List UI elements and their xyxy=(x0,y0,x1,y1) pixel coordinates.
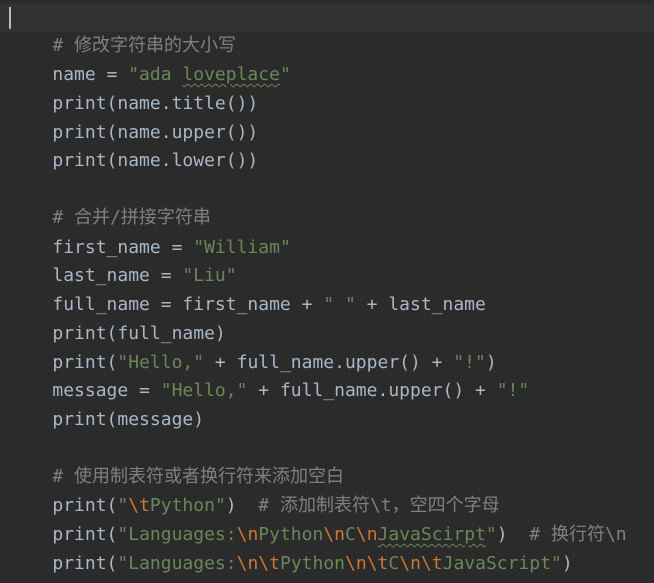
code-token: print(name.lower()) xyxy=(52,150,259,171)
code-token: print( xyxy=(52,553,118,574)
string-literal: "!" xyxy=(496,380,530,401)
string-literal: " " xyxy=(323,294,356,315)
code-token: ) xyxy=(561,553,573,574)
code-line-10[interactable]: full_name = first_name + " " + last_name xyxy=(9,263,486,315)
escape-sequence: \t xyxy=(420,553,443,574)
escape-sequence: \n xyxy=(399,553,421,574)
escape-sequence: \t xyxy=(258,553,280,574)
string-literal: Python xyxy=(279,553,346,574)
string-literal: C xyxy=(388,553,400,574)
string-literal: " xyxy=(279,64,291,85)
code-line-8[interactable]: first_name = "William" xyxy=(9,206,290,258)
code-line-18[interactable]: print("Languages:\nPython\nC\nJavaScirpt… xyxy=(9,493,626,545)
string-literal: JavaScript" xyxy=(442,553,562,574)
code-line-9[interactable]: last_name = "Liu" xyxy=(9,234,236,286)
code-line-13[interactable]: message = "Hello," + full_name.upper() +… xyxy=(9,349,529,401)
code-line-19[interactable]: print("Languages:\n\tPython\n\tC\n\tJava… xyxy=(9,522,572,574)
code-line-12[interactable]: print("Hello," + full_name.upper() + "!"… xyxy=(9,321,496,373)
code-line-1[interactable]: # 修改字符串的大小写 xyxy=(9,4,236,56)
code-editor[interactable]: # 修改字符串的大小写 name = "ada loveplace" print… xyxy=(0,0,654,583)
code-token: print(message) xyxy=(52,409,205,430)
code-line-14[interactable]: print(message) xyxy=(9,378,204,430)
code-token: + last_name xyxy=(355,294,486,315)
code-line-5[interactable]: print(name.lower()) xyxy=(9,119,258,171)
escape-sequence: \n xyxy=(236,553,259,574)
escape-sequence: \t xyxy=(366,553,389,574)
code-line-7[interactable]: # 合并/拼接字符串 xyxy=(9,176,211,228)
code-token: + full_name.upper() + xyxy=(247,380,497,401)
code-line-4[interactable]: print(name.upper()) xyxy=(9,91,258,143)
code-line-17[interactable]: print("\tPython") # 添加制表符\t，空四个字母 xyxy=(9,464,499,516)
escape-sequence: \n xyxy=(345,553,367,574)
string-literal: "Languages: xyxy=(117,553,237,574)
code-line-3[interactable]: print(name.title()) xyxy=(9,62,258,114)
code-line-16[interactable]: # 使用制表符或者换行符来添加空白 xyxy=(9,435,344,487)
code-line-11[interactable]: print(full_name) xyxy=(9,292,225,344)
code-line-2[interactable]: name = "ada loveplace" xyxy=(9,33,290,85)
